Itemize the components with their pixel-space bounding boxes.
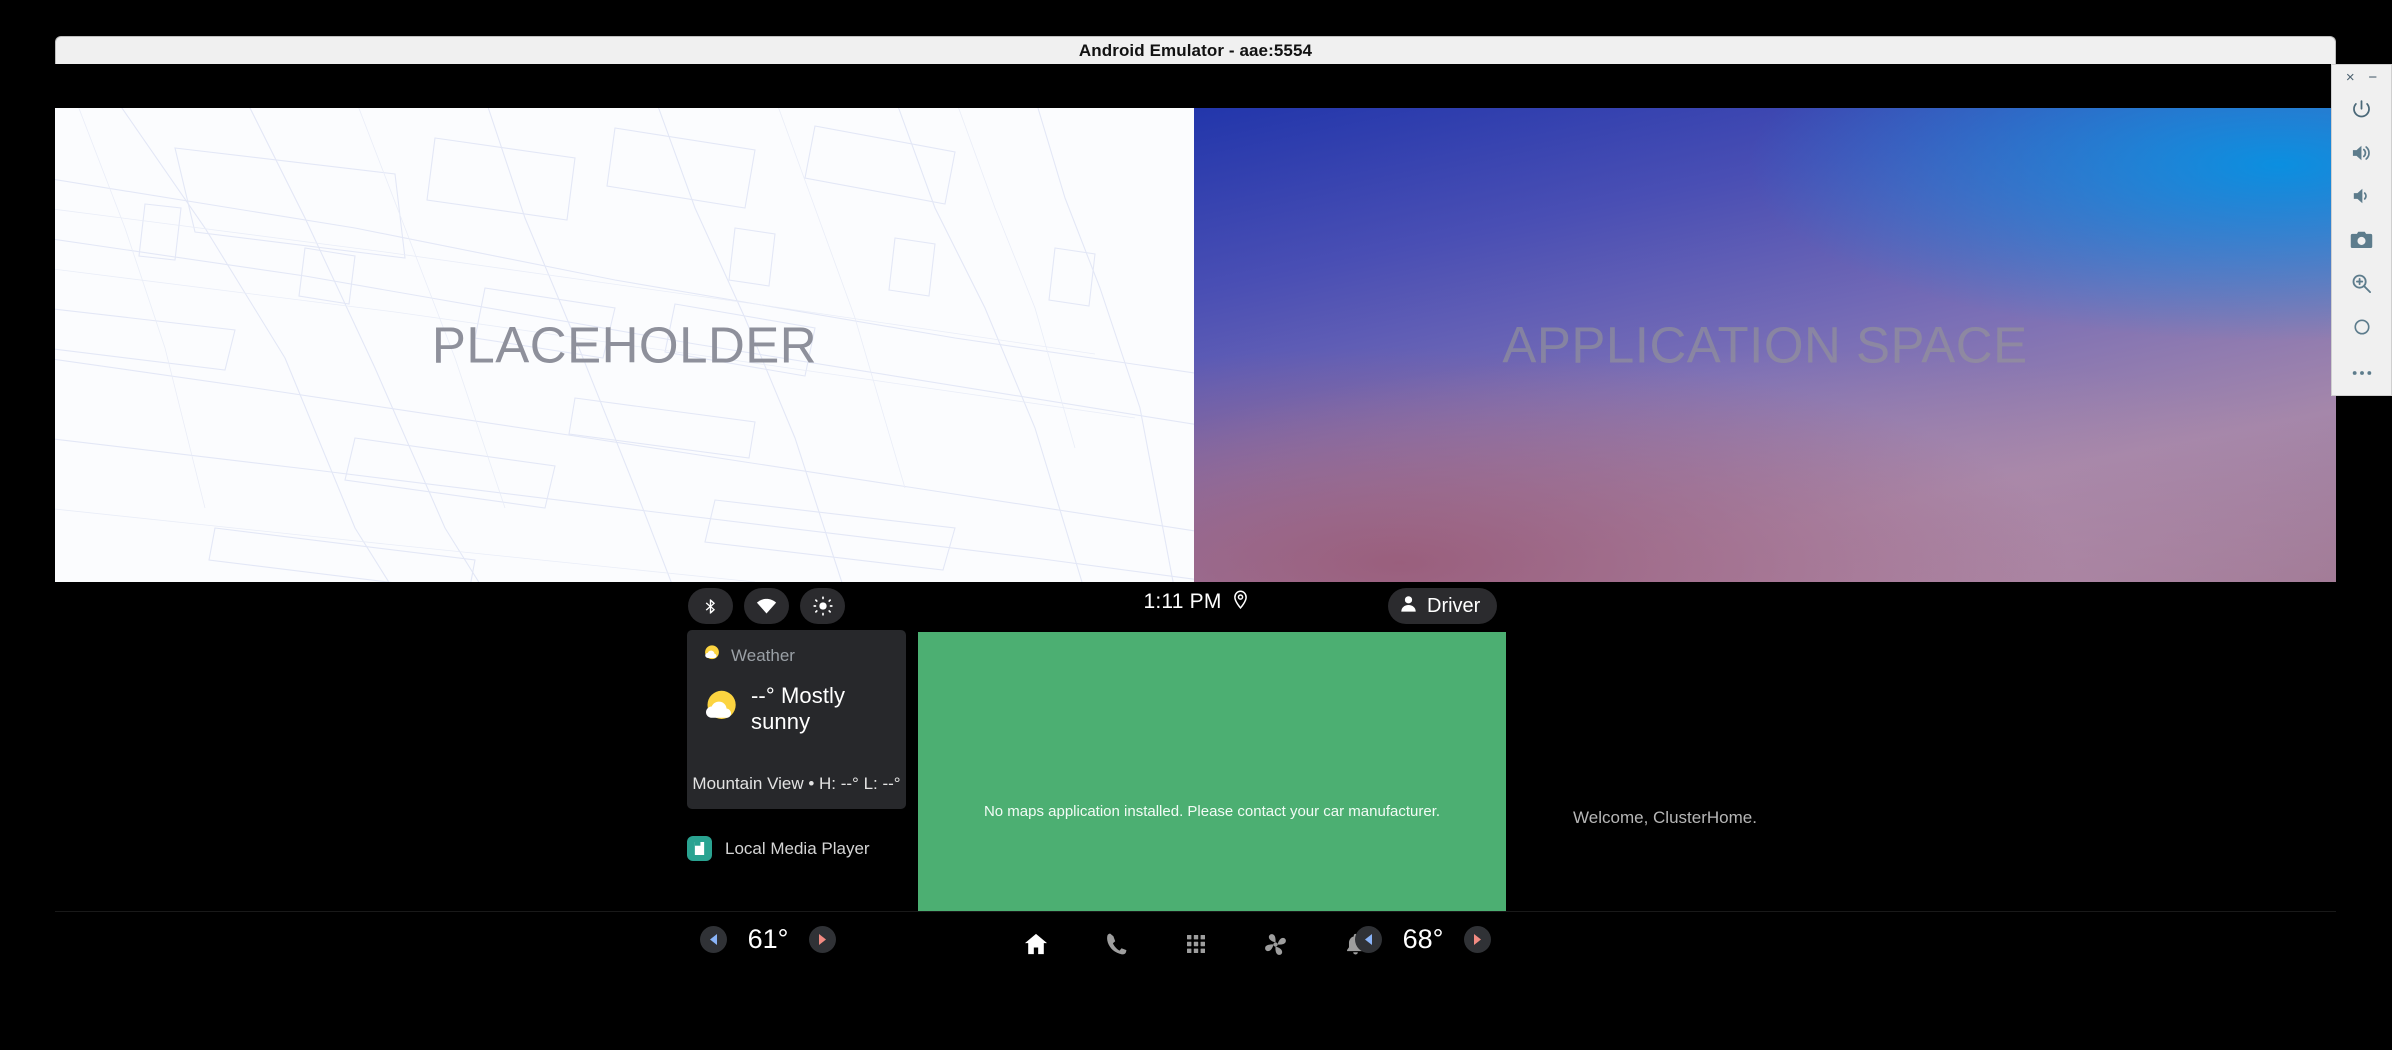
- circle-icon: [2352, 317, 2372, 342]
- passenger-temp-increase-button[interactable]: [1464, 926, 1491, 953]
- local-media-player-shortcut[interactable]: Local Media Player: [687, 836, 870, 861]
- minimize-button[interactable]: −: [2368, 70, 2377, 85]
- ellipsis-icon: [2351, 364, 2373, 382]
- nav-icon-group: [55, 925, 2336, 963]
- weather-card-main: --° Mostly sunny: [703, 683, 890, 735]
- screenshot-button[interactable]: [2340, 221, 2384, 265]
- wifi-button[interactable]: [744, 588, 789, 624]
- placeholder-label: PLACEHOLDER: [431, 316, 818, 374]
- top-region: PLACEHOLDER APPLICATION SPACE: [55, 108, 2336, 582]
- device-screen: PLACEHOLDER APPLICATION SPACE 1:11 PM Dr…: [55, 64, 2336, 974]
- weather-card-title: Weather: [731, 645, 795, 665]
- user-profile-label: Driver: [1427, 594, 1481, 617]
- emulator-window: Android Emulator - aae:5554 PLACEHOLDER …: [55, 36, 2336, 974]
- power-button[interactable]: [2340, 90, 2384, 134]
- weather-card[interactable]: Weather --° Mostly sunny Mountain View •…: [687, 630, 906, 809]
- volume-down-button[interactable]: [2340, 177, 2384, 221]
- local-media-player-label: Local Media Player: [725, 838, 870, 858]
- toolbar-window-controls: × −: [2332, 65, 2391, 90]
- more-button[interactable]: [2340, 351, 2384, 395]
- welcome-message: Welcome, ClusterHome.: [1573, 808, 1757, 827]
- weather-card-header: Weather: [703, 644, 890, 667]
- weather-details-text: Mountain View • H: --° L: --°: [692, 774, 901, 793]
- passenger-temperature-control: 68°: [1355, 924, 1491, 955]
- window-title-bar[interactable]: Android Emulator - aae:5554: [55, 36, 2336, 64]
- quick-settings-group: [688, 588, 845, 624]
- location-pin-icon: [1233, 590, 1248, 614]
- volume-up-icon: [2351, 143, 2373, 168]
- zoom-in-icon: [2351, 273, 2372, 299]
- wifi-icon: [756, 598, 777, 614]
- nav-home-button[interactable]: [1017, 925, 1055, 963]
- brightness-icon: [812, 596, 833, 616]
- bluetooth-icon: [702, 597, 719, 616]
- passenger-temp-decrease-button[interactable]: [1355, 926, 1382, 953]
- bluetooth-button[interactable]: [688, 588, 733, 624]
- sun-cloud-large-icon: [703, 689, 739, 730]
- rotate-button[interactable]: [2340, 308, 2384, 352]
- volume-down-icon: [2352, 186, 2372, 211]
- emulator-side-toolbar: × −: [2331, 64, 2392, 396]
- media-player-icon: [687, 836, 712, 861]
- status-bar: 1:11 PM Driver: [55, 582, 2336, 630]
- window-title: Android Emulator - aae:5554: [1078, 40, 1313, 60]
- person-icon: [1399, 594, 1418, 619]
- camera-icon: [2350, 230, 2373, 255]
- clock-text: 1:11 PM: [1143, 590, 1222, 613]
- nav-apps-button[interactable]: [1177, 925, 1215, 963]
- power-icon: [2351, 99, 2372, 125]
- map-placeholder-panel[interactable]: PLACEHOLDER: [55, 108, 1194, 582]
- zoom-button[interactable]: [2340, 264, 2384, 308]
- sun-cloud-icon: [703, 644, 721, 667]
- weather-condition-text: --° Mostly sunny: [751, 683, 846, 734]
- user-profile-chip[interactable]: Driver: [1388, 588, 1498, 624]
- brightness-button[interactable]: [800, 588, 845, 624]
- application-space-label: APPLICATION SPACE: [1502, 316, 2028, 374]
- passenger-temp-value: 68°: [1402, 924, 1444, 954]
- close-button[interactable]: ×: [2346, 70, 2355, 85]
- clock-group: 1:11 PM: [55, 590, 2336, 614]
- application-space-panel[interactable]: APPLICATION SPACE: [1194, 108, 2336, 582]
- nav-dialer-button[interactable]: [1097, 925, 1135, 963]
- nav-climate-button[interactable]: [1257, 925, 1295, 963]
- maps-empty-message: No maps application installed. Please co…: [983, 802, 1441, 820]
- bottom-nav-bar: 61° 68°: [55, 911, 2336, 974]
- volume-up-button[interactable]: [2340, 133, 2384, 177]
